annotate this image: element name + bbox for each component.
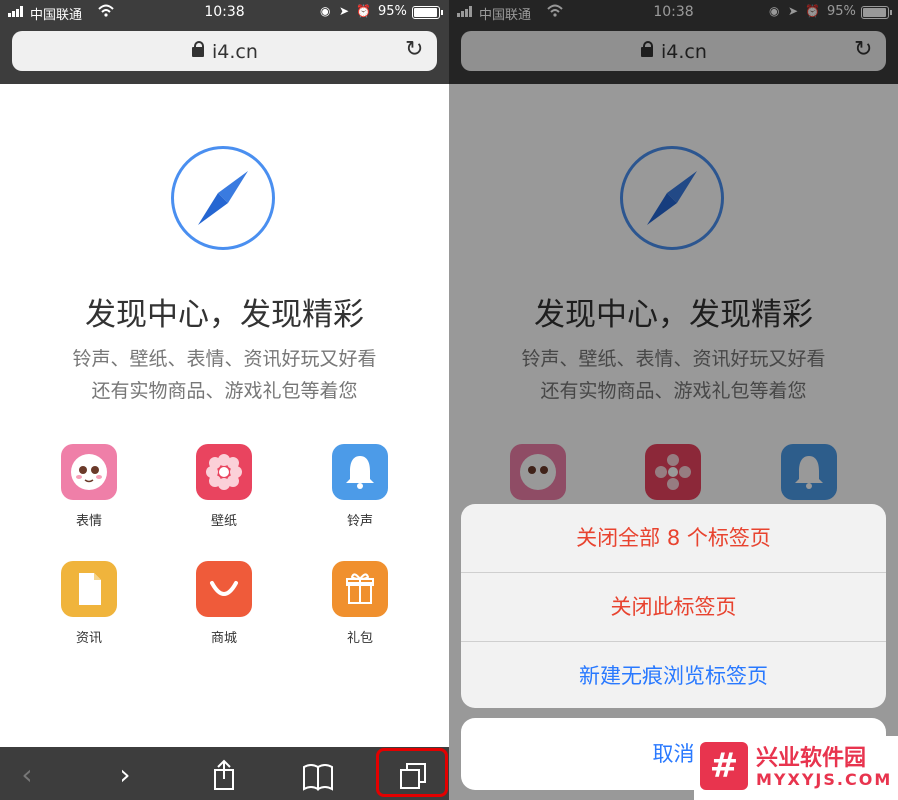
new-private-tab-button[interactable]: 新建无痕浏览标签页 bbox=[461, 642, 886, 708]
right-screen: 中国联通 10:38 ◉ ➤ ⏰ 95% i4.cn ↻ 发现中心，发现精彩 铃… bbox=[449, 0, 898, 800]
tile-wallpaper-label: 壁纸 bbox=[210, 514, 237, 529]
url-text: i4.cn bbox=[212, 41, 258, 63]
page-subtitle-line2: 还有实物商品、游戏礼包等着您 bbox=[91, 380, 358, 402]
reload-icon[interactable]: ↻ bbox=[405, 37, 423, 62]
watermark-logo-icon: # bbox=[700, 742, 748, 790]
discover-page: 发现中心，发现精彩 铃声、壁纸、表情、资讯好玩又好看 还有实物商品、游戏礼包等着… bbox=[0, 84, 449, 747]
rotation-lock-icon: ◉ bbox=[320, 4, 331, 18]
compass-icon bbox=[171, 146, 275, 250]
chevron-left-icon: ‹ bbox=[21, 758, 33, 791]
tile-gift[interactable] bbox=[332, 561, 388, 617]
share-button[interactable] bbox=[204, 755, 244, 795]
tile-news-label: 资讯 bbox=[75, 631, 102, 646]
page-subtitle-line1: 铃声、壁纸、表情、资讯好玩又好看 bbox=[72, 348, 377, 370]
battery-percent: 95% bbox=[378, 4, 407, 19]
document-icon bbox=[79, 573, 101, 605]
address-bar[interactable]: i4.cn ↻ bbox=[12, 31, 437, 71]
tile-mall-label: 商城 bbox=[210, 631, 237, 646]
lock-icon bbox=[192, 41, 204, 57]
close-all-tabs-button[interactable]: 关闭全部 8 个标签页 bbox=[461, 504, 886, 572]
tab-action-sheet: 关闭全部 8 个标签页 关闭此标签页 新建无痕浏览标签页 bbox=[461, 504, 886, 708]
page-title: 发现中心，发现精彩 bbox=[85, 297, 364, 333]
left-screen: 中国联通 10:38 ◉ ➤ ⏰ 95% i4.cn ↻ 发现中心，发现精彩 铃… bbox=[0, 0, 449, 800]
alarm-icon: ⏰ bbox=[356, 4, 371, 18]
address-bar-container: i4.cn ↻ bbox=[0, 25, 449, 84]
tabs-button-highlight bbox=[376, 748, 448, 797]
tile-news[interactable] bbox=[61, 561, 117, 617]
chevron-right-icon: › bbox=[119, 758, 131, 791]
tile-wallpaper[interactable] bbox=[196, 444, 252, 500]
browser-toolbar: ‹ › bbox=[0, 747, 449, 800]
tile-ringtone-label: 铃声 bbox=[346, 514, 373, 529]
smile-bag-icon bbox=[210, 581, 238, 596]
tile-gift-label: 礼包 bbox=[346, 631, 373, 646]
cancel-label: 取消 bbox=[652, 742, 695, 766]
watermark: # 兴业软件园 MYXYJS.COM bbox=[694, 736, 898, 800]
share-icon bbox=[214, 759, 234, 790]
gift-icon bbox=[346, 573, 374, 604]
tile-emoji-label: 表情 bbox=[75, 514, 102, 529]
battery-icon bbox=[412, 6, 443, 19]
bookmarks-button[interactable] bbox=[298, 755, 338, 795]
smiley-face-icon bbox=[71, 454, 107, 490]
tile-mall[interactable] bbox=[196, 561, 252, 617]
bell-icon bbox=[346, 456, 374, 489]
back-button[interactable]: ‹ bbox=[7, 755, 47, 795]
tile-emoji[interactable] bbox=[61, 444, 117, 500]
forward-button[interactable]: › bbox=[105, 755, 145, 795]
location-icon: ➤ bbox=[339, 4, 350, 18]
status-bar: 中国联通 10:38 ◉ ➤ ⏰ 95% bbox=[0, 0, 449, 25]
book-icon bbox=[303, 764, 333, 791]
flower-icon bbox=[206, 454, 242, 490]
tile-ringtone[interactable] bbox=[332, 444, 388, 500]
watermark-url: MYXYJS.COM bbox=[756, 770, 893, 789]
close-this-tab-button[interactable]: 关闭此标签页 bbox=[461, 573, 886, 641]
watermark-name: 兴业软件园 bbox=[756, 746, 867, 771]
